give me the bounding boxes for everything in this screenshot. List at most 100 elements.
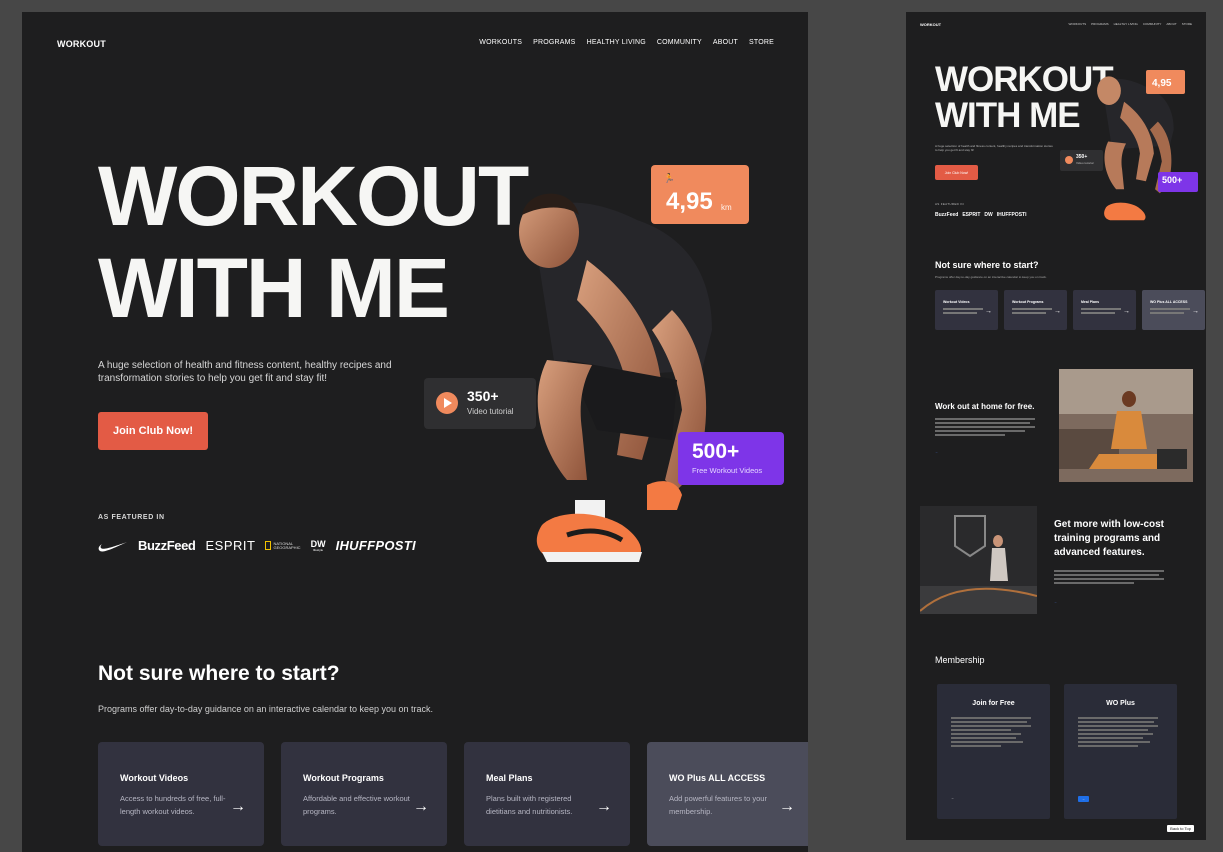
nav-store[interactable]: STORE bbox=[749, 39, 774, 46]
preview-brand: BuzzFeed bbox=[935, 212, 959, 218]
preview-nav-item[interactable]: HEALTHY LIVING bbox=[1114, 22, 1138, 26]
arrow-right-icon[interactable]: → bbox=[413, 798, 429, 816]
esprit-logo: ESPRIT bbox=[205, 538, 256, 553]
preview-nav-item[interactable]: STORE bbox=[1182, 22, 1192, 26]
logo[interactable]: WORKOUT bbox=[57, 39, 106, 49]
arrow-right-icon[interactable]: → bbox=[1123, 308, 1130, 315]
main-artboard: WORKOUT WORKOUTS PROGRAMS HEALTHY LIVING… bbox=[22, 12, 808, 852]
distance-unit: km bbox=[721, 203, 732, 212]
nav-about[interactable]: ABOUT bbox=[713, 39, 738, 46]
preview-free-badge: 500+ bbox=[1158, 172, 1198, 192]
nike-logo-icon bbox=[98, 541, 127, 551]
card-meal-plans[interactable]: Meal Plans Plans built with registered d… bbox=[464, 742, 630, 846]
preview-play-icon[interactable] bbox=[1065, 156, 1073, 164]
preview-nav-item[interactable]: COMMUNITY bbox=[1143, 22, 1162, 26]
preview-card[interactable]: Meal Plans → bbox=[1073, 290, 1136, 330]
preview-more-heading: Get more with low-cost training programs… bbox=[1054, 519, 1165, 558]
section-subtitle: Programs offer day-to-day guidance on an… bbox=[98, 704, 434, 714]
preview-card[interactable]: Workout Programs → bbox=[1004, 290, 1067, 330]
card-workout-programs[interactable]: Workout Programs Affordable and effectiv… bbox=[281, 742, 447, 846]
preview-brand: IHUFFPOSTI bbox=[996, 212, 1027, 218]
arrow-right-icon[interactable]: → bbox=[985, 308, 992, 315]
preview-section-title: Not sure where to start? bbox=[935, 260, 1039, 270]
preview-nav-item[interactable]: ABOUT bbox=[1166, 22, 1176, 26]
preview-home-text bbox=[935, 418, 1035, 438]
nav-workouts[interactable]: WORKOUTS bbox=[479, 39, 522, 46]
play-icon[interactable] bbox=[436, 392, 458, 414]
card-title: Workout Programs bbox=[303, 773, 384, 783]
videos-count: 350+ bbox=[467, 388, 499, 404]
preview-video-badge[interactable]: 350+ Video tutorial bbox=[1060, 150, 1103, 171]
card-description: Access to hundreds of free, full-length … bbox=[120, 794, 226, 816]
card-title: Workout Videos bbox=[120, 773, 189, 783]
preview-description: A huge selection of health and fitness c… bbox=[935, 144, 1053, 152]
arrow-right-icon[interactable]: → bbox=[1192, 308, 1199, 315]
preview-nav-item[interactable]: WORKOUTS bbox=[1068, 22, 1086, 26]
preview-card[interactable]: Workout Videos → bbox=[935, 290, 998, 330]
preview-home-link[interactable]: → bbox=[935, 450, 938, 454]
hero-title: WORKOUT WITH ME bbox=[98, 149, 529, 335]
dw-logo-text: DW bbox=[310, 538, 326, 549]
preview-card-title: Workout Programs bbox=[1012, 300, 1044, 304]
preview-brand: DW bbox=[984, 212, 993, 218]
plan-free-features bbox=[951, 717, 1031, 749]
video-tutorial-badge[interactable]: 350+ Video tutorial bbox=[424, 378, 536, 429]
preview-more-link[interactable]: → bbox=[1054, 600, 1057, 604]
featured-brands: BuzzFeed ESPRIT NATIONAL GEOGRAPHIC DW lif… bbox=[98, 538, 416, 553]
card-description: Affordable and effective workout program… bbox=[303, 794, 410, 816]
card-description: Add powerful features to your membership… bbox=[669, 794, 767, 816]
plan-free-link[interactable]: → bbox=[951, 796, 954, 800]
back-to-top-button[interactable]: Back to Top bbox=[1167, 825, 1194, 832]
gym-photo bbox=[920, 506, 1037, 614]
free-videos-badge: 500+ Free Workout Videos bbox=[678, 432, 784, 485]
free-videos-label: Free Workout Videos bbox=[692, 466, 763, 475]
card-title: WO Plus ALL ACCESS bbox=[669, 773, 766, 783]
plan-plus-title: WO Plus bbox=[1106, 700, 1135, 707]
program-cards: Workout Videos Access to hundreds of fre… bbox=[98, 742, 808, 846]
preview-section-subtitle: Programs offer day-to-day guidance on an… bbox=[935, 275, 1047, 279]
free-videos-count: 500+ bbox=[692, 440, 740, 463]
design-canvas: WORKOUT WORKOUTS PROGRAMS HEALTHY LIVING… bbox=[0, 0, 1223, 852]
preview-more-text bbox=[1054, 570, 1164, 586]
preview-cards: Workout Videos → Workout Programs → Meal P… bbox=[935, 290, 1205, 330]
arrow-right-icon[interactable]: → bbox=[230, 798, 246, 816]
hero-title-line1: WORKOUT bbox=[98, 149, 529, 243]
preview-brands: BuzzFeed ESPRIT DW IHUFFPOSTI bbox=[935, 212, 1026, 218]
section-title: Not sure where to start? bbox=[98, 662, 340, 685]
nav-programs[interactable]: PROGRAMS bbox=[533, 39, 575, 46]
preview-free: 500+ bbox=[1162, 175, 1183, 185]
preview-nav-item[interactable]: PROGRAMS bbox=[1091, 22, 1109, 26]
top-nav: WORKOUTS PROGRAMS HEALTHY LIVING COMMUNI… bbox=[479, 39, 774, 46]
preview-logo[interactable]: WORKOUT bbox=[920, 22, 941, 27]
preview-home-heading: Work out at home for free. bbox=[935, 402, 1035, 411]
arrow-right-icon[interactable]: → bbox=[596, 798, 612, 816]
arrow-right-icon[interactable]: → bbox=[1054, 308, 1061, 315]
arrow-right-icon[interactable]: → bbox=[779, 798, 795, 816]
preview-join-button[interactable]: Join Club Now! bbox=[935, 165, 978, 180]
nav-healthy-living[interactable]: HEALTHY LIVING bbox=[587, 39, 646, 46]
preview-card[interactable]: WO Plus ALL ACCESS → bbox=[1142, 290, 1205, 330]
preview-card-title: WO Plus ALL ACCESS bbox=[1150, 300, 1188, 304]
plan-plus-features bbox=[1078, 717, 1158, 749]
card-workout-videos[interactable]: Workout Videos Access to hundreds of fre… bbox=[98, 742, 264, 846]
hero-description: A huge selection of health and fitness c… bbox=[98, 360, 392, 384]
preview-nav: WORKOUTS PROGRAMS HEALTHY LIVING COMMUNI… bbox=[1068, 22, 1192, 26]
preview-card-title: Meal Plans bbox=[1081, 300, 1100, 304]
hero-title-line2: WITH ME bbox=[98, 241, 450, 335]
join-club-button[interactable]: Join Club Now! bbox=[98, 412, 208, 450]
preview-distance-badge: 4,95 bbox=[1146, 70, 1185, 94]
preview-distance: 4,95 bbox=[1152, 78, 1172, 89]
card-wo-plus[interactable]: WO Plus ALL ACCESS Add powerful features… bbox=[647, 742, 808, 846]
natgeo-logo-icon: NATIONAL GEOGRAPHIC bbox=[265, 541, 301, 550]
plan-plus-card[interactable]: WO Plus → bbox=[1064, 684, 1177, 819]
huffpost-logo: IHUFFPOSTI bbox=[335, 538, 416, 553]
preview-videos-label: Video tutorial bbox=[1076, 161, 1094, 165]
plan-free-card[interactable]: Join for Free → bbox=[937, 684, 1050, 819]
preview-featured-label: AS FEATURED IN bbox=[935, 202, 964, 206]
dw-logo: DW lifestyle bbox=[310, 538, 326, 552]
card-description: Plans built with registered dietitians a… bbox=[486, 794, 573, 816]
running-icon: 🏃 bbox=[663, 173, 676, 183]
nav-community[interactable]: COMMUNITY bbox=[657, 39, 702, 46]
plan-plus-button[interactable]: → bbox=[1078, 796, 1089, 802]
featured-label: AS FEATURED IN bbox=[98, 514, 165, 521]
